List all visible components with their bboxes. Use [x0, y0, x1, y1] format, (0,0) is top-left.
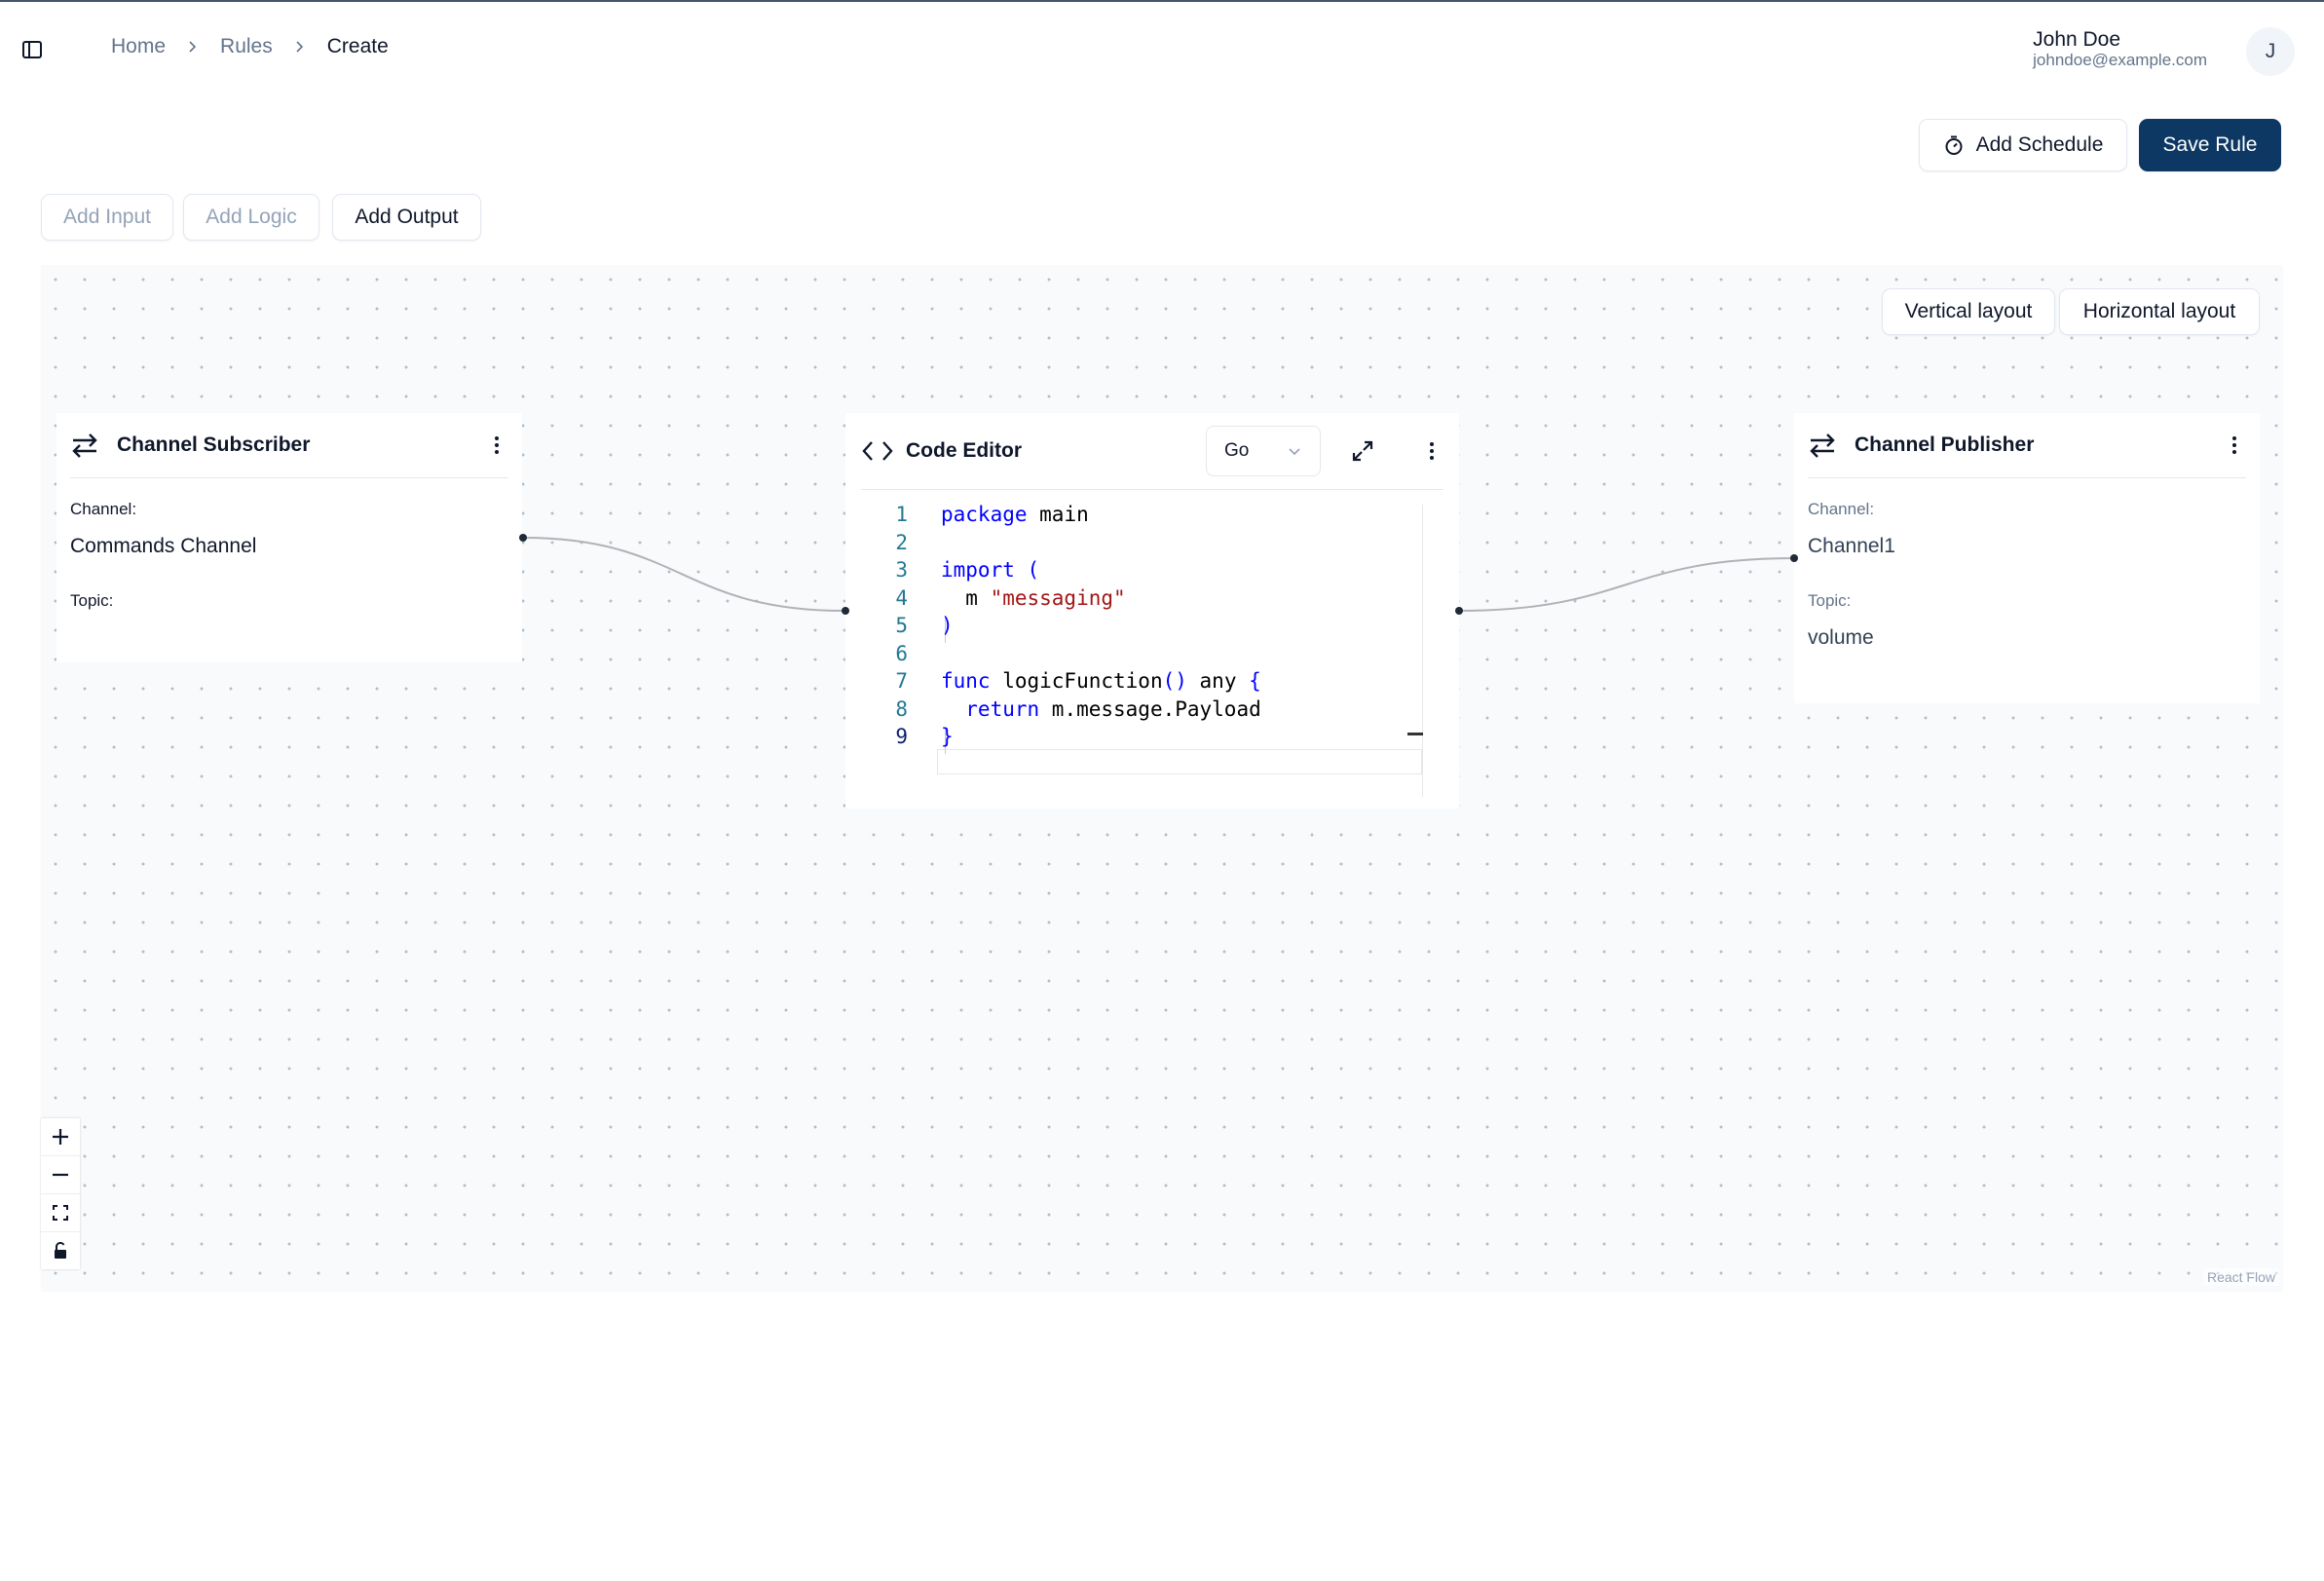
code-icon	[862, 441, 893, 461]
unlock-icon	[55, 1242, 66, 1259]
line-number: 1	[895, 503, 908, 526]
line-number: 6	[895, 641, 908, 665]
channel-publisher-node[interactable]: Channel Publisher Channel: Channel1 Topi…	[1794, 413, 2260, 703]
lock-button[interactable]	[41, 1232, 80, 1269]
code-line: 9 }	[861, 725, 1428, 752]
code-editor-node[interactable]: Code Editor Go 1 package main 2 3 import…	[845, 413, 1459, 809]
more-vertical-icon[interactable]	[2223, 433, 2246, 457]
code-token: {	[1249, 669, 1261, 693]
line-number: 2	[895, 530, 908, 554]
line-number: 7	[895, 669, 908, 693]
more-vertical-icon[interactable]	[485, 433, 508, 457]
code-token: import (	[941, 558, 1040, 582]
more-vertical-icon[interactable]	[1420, 439, 1443, 463]
edge-code-to-publisher	[1458, 557, 1795, 612]
code-token: "messaging"	[990, 585, 1126, 610]
code-token: }	[941, 725, 954, 748]
code-token: func	[941, 669, 991, 693]
line-number: 5	[895, 614, 908, 637]
channel-value[interactable]: Commands Channel	[70, 535, 522, 558]
node-title: Channel Subscriber	[117, 433, 311, 456]
arrows-swap-icon	[1810, 433, 1835, 458]
channel-label: Channel:	[1808, 500, 1875, 518]
channel-label: Channel:	[70, 500, 137, 518]
code-token: logicFunction	[990, 669, 1163, 693]
zoom-out-button[interactable]	[41, 1156, 80, 1194]
code-token: return	[941, 696, 1040, 721]
vertical-layout-button[interactable]: Vertical layout	[1882, 288, 2055, 335]
expand-icon[interactable]	[1350, 438, 1375, 464]
topic-value[interactable]: volume	[1808, 626, 2260, 650]
code-source-handle[interactable]	[1455, 607, 1463, 615]
line-number: 9	[895, 725, 908, 748]
line-number: 4	[895, 585, 908, 610]
code-token: package	[941, 503, 1028, 526]
code-line: 5 )	[861, 614, 1428, 641]
plus-icon	[53, 1129, 68, 1145]
horizontal-layout-button[interactable]: Horizontal layout	[2059, 288, 2260, 335]
code-line: 3 import (	[861, 558, 1428, 585]
fit-view-button[interactable]	[41, 1194, 80, 1232]
zoom-in-button[interactable]	[41, 1118, 80, 1156]
publisher-target-handle[interactable]	[1790, 554, 1798, 562]
code-line: 7 func logicFunction() any {	[861, 669, 1428, 696]
code-token: )	[941, 614, 954, 637]
minus-icon	[53, 1173, 68, 1177]
language-select[interactable]: Go	[1206, 426, 1321, 476]
line-number: 3	[895, 558, 908, 582]
chevron-down-icon	[1289, 448, 1300, 456]
code-line: 1 package main	[861, 503, 1428, 530]
node-header: Channel Subscriber	[70, 413, 508, 478]
node-title: Channel Publisher	[1855, 433, 2035, 456]
code-target-handle[interactable]	[842, 607, 849, 615]
line-number: 8	[895, 696, 908, 721]
node-header: Code Editor Go	[861, 413, 1443, 490]
topic-label: Topic:	[1808, 591, 1852, 610]
edge-subscriber-to-code	[522, 537, 845, 612]
arrows-swap-icon	[72, 433, 97, 458]
code-line: 8 return m.message.Payload	[861, 697, 1428, 725]
code-token: any	[1186, 669, 1250, 693]
channel-value[interactable]: Channel1	[1808, 535, 2260, 558]
language-value: Go	[1224, 440, 1250, 461]
flow-controls	[41, 1118, 80, 1269]
react-flow-attribution[interactable]: React Flow	[2202, 1268, 2279, 1286]
current-line-highlight	[937, 749, 1422, 774]
node-title: Code Editor	[906, 439, 1022, 462]
subscriber-source-handle[interactable]	[519, 534, 527, 542]
code-token: m	[941, 585, 991, 610]
fit-view-icon	[53, 1205, 68, 1221]
node-header: Channel Publisher	[1808, 413, 2246, 478]
code-editor[interactable]: 1 package main 2 3 import ( 4 m "messagi…	[861, 503, 1428, 797]
topic-label: Topic:	[70, 591, 114, 610]
code-token: m.message.Payload	[1039, 696, 1261, 721]
code-line: 4 m "messaging"	[861, 586, 1428, 614]
code-line: 2	[861, 531, 1428, 558]
channel-subscriber-node[interactable]: Channel Subscriber Channel: Commands Cha…	[56, 413, 522, 662]
code-token: main	[1027, 503, 1089, 526]
code-line: 6	[861, 642, 1428, 669]
code-token: ()	[1162, 669, 1187, 693]
